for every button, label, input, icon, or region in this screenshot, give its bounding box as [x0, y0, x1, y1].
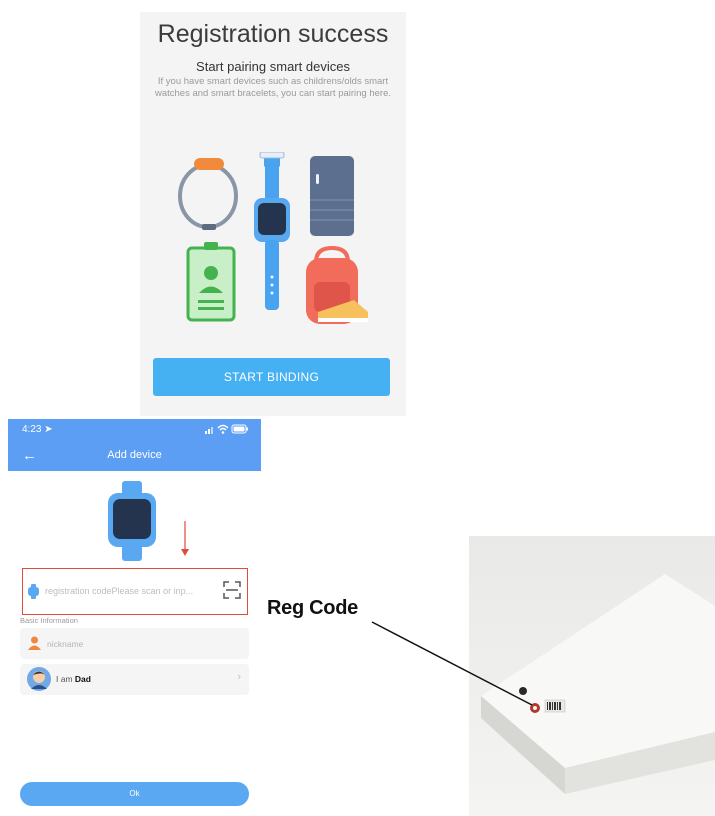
smart-devices-illustration [178, 152, 368, 324]
battery-icon [231, 424, 248, 434]
registration-title: Registration success [157, 20, 389, 48]
device-box-photo [469, 536, 715, 816]
chevron-right-icon: › [237, 671, 241, 683]
relation-value: Dad [74, 674, 91, 684]
smartwatch-icon [108, 481, 156, 561]
registration-code-field [22, 568, 248, 615]
reg-code-annotation: Reg Code [267, 597, 358, 619]
signal-icon [205, 427, 213, 434]
relation-text: I am Dad [56, 674, 91, 684]
nickname-input[interactable] [47, 635, 237, 653]
nav-bar: ← Add device [8, 441, 261, 471]
registration-code-input[interactable] [45, 579, 217, 603]
smartwatch-icon [254, 152, 290, 310]
basic-information-label: Basic Information [20, 616, 78, 625]
tracker-icon [310, 156, 354, 236]
pairing-description: If you have smart devices such as childr… [154, 76, 392, 99]
start-binding-button[interactable]: START BINDING [153, 358, 390, 396]
box-hole [519, 687, 527, 695]
status-time: 4:23 ➤ [22, 424, 53, 435]
bracelet-icon [178, 158, 238, 230]
ok-button[interactable]: Ok [20, 782, 249, 806]
nav-title: Add device [107, 449, 162, 461]
wifi-icon [217, 424, 229, 434]
location-icon: ➤ [44, 424, 53, 435]
registration-success-screen: Registration success Start pairing smart… [140, 12, 406, 416]
red-arrow-indicator [181, 521, 189, 556]
status-bar: 4:23 ➤ [8, 419, 261, 441]
dad-avatar [27, 667, 51, 691]
add-device-screen: 4:23 ➤ ← Add device Basic [8, 419, 261, 816]
pairing-subtitle: Start pairing smart devices [196, 59, 350, 74]
backpack-icon [306, 245, 368, 324]
nickname-row [20, 628, 249, 659]
watch-small-icon [28, 584, 39, 599]
status-icons [205, 423, 249, 438]
id-card-icon [186, 242, 236, 322]
relation-selector[interactable]: I am Dad › [20, 664, 249, 695]
scan-icon[interactable] [223, 581, 241, 599]
person-icon [28, 636, 41, 650]
